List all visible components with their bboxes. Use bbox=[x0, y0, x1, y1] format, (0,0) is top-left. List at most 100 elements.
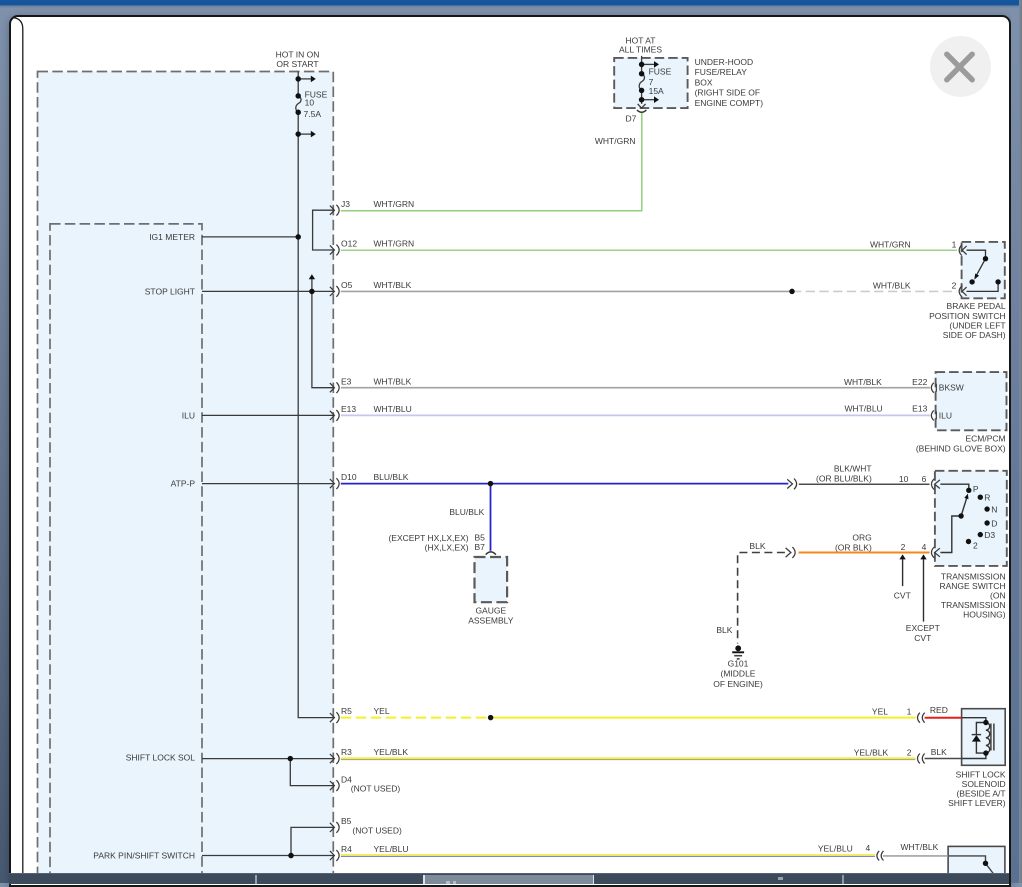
svg-text:IG1 METER: IG1 METER bbox=[149, 232, 195, 242]
svg-text:10: 10 bbox=[305, 97, 315, 107]
svg-text:SHIFT LEVER): SHIFT LEVER) bbox=[948, 798, 1006, 808]
svg-text:STOP LIGHT: STOP LIGHT bbox=[145, 286, 195, 296]
svg-text:WHT/GRN: WHT/GRN bbox=[374, 199, 415, 209]
svg-text:E22: E22 bbox=[912, 377, 927, 387]
svg-text:4: 4 bbox=[865, 843, 870, 853]
svg-text:P: P bbox=[973, 484, 979, 494]
svg-text:YEL/BLK: YEL/BLK bbox=[374, 747, 409, 757]
svg-text:E13: E13 bbox=[341, 404, 356, 414]
svg-text:ENGINE COMPT): ENGINE COMPT) bbox=[695, 98, 764, 108]
svg-text:(ON: (ON bbox=[990, 591, 1006, 601]
svg-text:G101: G101 bbox=[728, 658, 749, 668]
svg-text:R: R bbox=[984, 493, 990, 503]
svg-text:CVT: CVT bbox=[914, 633, 931, 643]
svg-text:WHT/BLK: WHT/BLK bbox=[901, 842, 939, 852]
svg-text:6: 6 bbox=[922, 474, 927, 484]
svg-text:10: 10 bbox=[899, 474, 909, 484]
svg-text:OR START: OR START bbox=[276, 59, 318, 69]
svg-text:RED: RED bbox=[930, 705, 948, 715]
svg-text:R5: R5 bbox=[341, 706, 352, 716]
svg-text:ATP-P: ATP-P bbox=[171, 479, 196, 489]
svg-text:WHT/GRN: WHT/GRN bbox=[374, 239, 415, 249]
svg-text:(UNDER LEFT: (UNDER LEFT bbox=[949, 320, 1005, 330]
svg-text:BOX: BOX bbox=[695, 77, 713, 87]
svg-text:1: 1 bbox=[907, 706, 912, 716]
svg-text:YEL/BLK: YEL/BLK bbox=[854, 747, 889, 757]
svg-text:SHIFT LOCK SOL: SHIFT LOCK SOL bbox=[126, 753, 196, 763]
svg-text:WHT/BLU: WHT/BLU bbox=[374, 404, 412, 414]
svg-text:ILU: ILU bbox=[939, 410, 952, 420]
svg-text:BLK: BLK bbox=[716, 625, 732, 635]
svg-text:(NOT USED): (NOT USED) bbox=[351, 784, 401, 794]
svg-text:BLK: BLK bbox=[749, 541, 765, 551]
svg-text:YEL: YEL bbox=[374, 706, 390, 716]
svg-text:YEL/BLU: YEL/BLU bbox=[374, 844, 409, 854]
svg-text:WHT/GRN: WHT/GRN bbox=[870, 240, 911, 250]
svg-text:OF ENGINE): OF ENGINE) bbox=[713, 679, 763, 689]
svg-text:EXCEPT: EXCEPT bbox=[906, 623, 940, 633]
svg-text:BLK: BLK bbox=[931, 747, 947, 757]
svg-text:B5: B5 bbox=[341, 816, 352, 826]
svg-text:BRAKE PEDAL: BRAKE PEDAL bbox=[947, 301, 1006, 311]
svg-text:2: 2 bbox=[901, 542, 906, 552]
svg-text:1: 1 bbox=[952, 240, 957, 250]
svg-text:7.5A: 7.5A bbox=[304, 109, 322, 119]
svg-text:WHT/BLK: WHT/BLK bbox=[873, 281, 911, 291]
svg-text:WHT/BLK: WHT/BLK bbox=[374, 280, 412, 290]
svg-text:D: D bbox=[991, 518, 997, 528]
svg-text:(HX,LX,EX): (HX,LX,EX) bbox=[425, 542, 469, 552]
svg-text:J3: J3 bbox=[341, 199, 350, 209]
svg-text:4: 4 bbox=[922, 542, 927, 552]
svg-text:PARK PIN/SHIFT SWITCH: PARK PIN/SHIFT SWITCH bbox=[93, 850, 195, 860]
svg-text:2: 2 bbox=[973, 541, 978, 551]
svg-text:O12: O12 bbox=[341, 239, 357, 249]
svg-text:FUSE: FUSE bbox=[649, 67, 672, 77]
svg-text:FUSE/RELAY: FUSE/RELAY bbox=[695, 67, 748, 77]
svg-text:GAUGE: GAUGE bbox=[475, 606, 506, 616]
svg-text:BKSW: BKSW bbox=[939, 383, 964, 393]
svg-text:2: 2 bbox=[952, 281, 957, 291]
svg-text:B7: B7 bbox=[475, 542, 486, 552]
svg-text:(NOT USED): (NOT USED) bbox=[352, 826, 402, 836]
svg-text:SIDE OF DASH): SIDE OF DASH) bbox=[943, 330, 1006, 340]
svg-text:WHT/BLK: WHT/BLK bbox=[844, 377, 882, 387]
svg-text:(BEHIND GLOVE BOX): (BEHIND GLOVE BOX) bbox=[916, 443, 1006, 453]
svg-text:TRANSMISSION: TRANSMISSION bbox=[941, 572, 1006, 582]
svg-text:(MIDDLE: (MIDDLE bbox=[721, 669, 756, 679]
svg-text:D3: D3 bbox=[984, 530, 995, 540]
svg-text:UNDER-HOOD: UNDER-HOOD bbox=[695, 57, 754, 67]
svg-text:ALL TIMES: ALL TIMES bbox=[619, 44, 662, 54]
svg-text:ORG: ORG bbox=[852, 533, 871, 543]
svg-text:O5: O5 bbox=[341, 280, 353, 290]
svg-text:E3: E3 bbox=[341, 376, 352, 386]
svg-text:WHT/BLK: WHT/BLK bbox=[374, 376, 412, 386]
svg-text:SHIFT LOCK: SHIFT LOCK bbox=[956, 769, 1006, 779]
svg-text:ILU: ILU bbox=[182, 410, 195, 420]
svg-text:(BESIDE A/T: (BESIDE A/T bbox=[956, 788, 1005, 798]
svg-text:HOT IN ON: HOT IN ON bbox=[276, 50, 320, 60]
svg-text:(OR BLU/BLK): (OR BLU/BLK) bbox=[816, 474, 872, 484]
svg-text:(RIGHT SIDE OF: (RIGHT SIDE OF bbox=[695, 88, 761, 98]
svg-text:D7: D7 bbox=[626, 113, 637, 123]
svg-text:BLK/WHT: BLK/WHT bbox=[834, 464, 872, 474]
svg-text:YEL/BLU: YEL/BLU bbox=[818, 844, 853, 854]
svg-text:CVT: CVT bbox=[894, 591, 911, 601]
svg-text:WHT/BLU: WHT/BLU bbox=[844, 404, 882, 414]
svg-text:ASSEMBLY: ASSEMBLY bbox=[468, 615, 514, 625]
svg-text:15A: 15A bbox=[649, 86, 664, 96]
svg-text:BLU/BLK: BLU/BLK bbox=[374, 472, 409, 482]
svg-text:YEL: YEL bbox=[872, 706, 888, 716]
svg-text:R4: R4 bbox=[341, 844, 352, 854]
svg-text:ECM/PCM: ECM/PCM bbox=[965, 434, 1005, 444]
svg-text:2: 2 bbox=[907, 747, 912, 757]
svg-text:(OR BLK): (OR BLK) bbox=[835, 542, 872, 552]
svg-text:R3: R3 bbox=[341, 747, 352, 757]
svg-text:N: N bbox=[991, 504, 997, 514]
svg-text:WHT/GRN: WHT/GRN bbox=[595, 136, 636, 146]
svg-text:D10: D10 bbox=[341, 472, 357, 482]
svg-text:POSITION SWITCH: POSITION SWITCH bbox=[929, 311, 1006, 321]
svg-text:B5: B5 bbox=[475, 532, 486, 542]
svg-text:HOUSING): HOUSING) bbox=[963, 609, 1006, 619]
svg-text:E13: E13 bbox=[912, 404, 927, 414]
svg-text:SOLENOID: SOLENOID bbox=[962, 779, 1006, 789]
